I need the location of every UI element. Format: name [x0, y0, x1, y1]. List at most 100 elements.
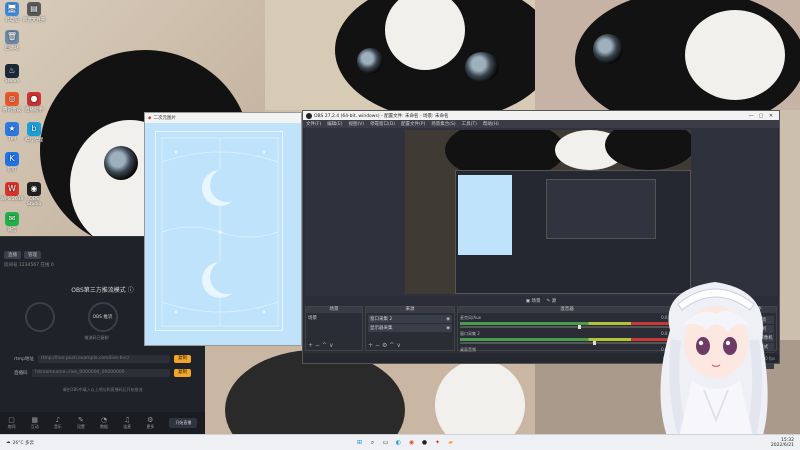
desktop-icon[interactable]: b 哔哩哔哩 — [22, 122, 46, 143]
channel-name: 麦克风/Aux — [460, 315, 481, 320]
source-item[interactable]: 显示器采集 ◉ — [368, 324, 452, 332]
obs-menu-item[interactable]: 编辑(E) — [327, 121, 342, 127]
live-helper-icon[interactable]: ✦ — [433, 438, 442, 447]
tool-icon: ▦ — [31, 416, 38, 424]
source-toggle[interactable]: ✎ 源 — [546, 298, 556, 304]
step-caption-2: 推流码已复制 — [84, 335, 109, 340]
desktop-icon[interactable]: ✉ 微信 — [0, 212, 24, 233]
desktop-icon[interactable]: ◎ 腾讯会议 — [0, 92, 24, 113]
tool-label: 更多 — [146, 424, 155, 429]
maximize-icon[interactable]: ▢ — [756, 113, 766, 119]
desktop-icon[interactable]: ▤ 新建文件夹 — [22, 2, 46, 23]
desktop-icon-label: 微信 — [7, 228, 17, 233]
tool-icon: ▢ — [8, 416, 15, 424]
desktop-icon[interactable]: ◉ OBS Studio — [22, 182, 46, 207]
desktop-icon-label: WPS 2019 — [0, 197, 24, 202]
obs-menu-item[interactable]: 工具(T) — [462, 121, 477, 127]
close-icon[interactable]: ✕ — [766, 113, 776, 119]
windows-taskbar: ☁ 26°C 多云 ⊞ ⌕ ▭ ◐ ◉ ● ✦ ▰ 15:32 2022/6/21 — [0, 434, 800, 450]
stream-toolbar: ▢ 房间 ▦ 互动 ♪ 音乐 ✎ 设置 ◔ 数据 ♫ 连麦 ⚙ 更多 开始直播 — [0, 412, 205, 434]
system-clock[interactable]: 15:32 2022/6/21 — [771, 438, 794, 448]
copy-rtmp-button[interactable]: 复制 — [174, 355, 191, 363]
stream-tool-button[interactable]: ▦ 互动 — [31, 416, 39, 430]
desktop-icon[interactable]: ♨ Steam — [0, 64, 24, 84]
nested-obs-preview — [546, 179, 656, 239]
stream-key-label: 直播码 — [14, 371, 28, 376]
stream-tool-button[interactable]: ♫ 连麦 — [123, 416, 131, 430]
step-circle-obs-push[interactable]: OBS 推流 — [87, 302, 118, 332]
copy-stream-key-button[interactable]: 复制 — [174, 369, 191, 377]
scene-item[interactable]: 场景 — [308, 315, 360, 321]
app-icon: W — [5, 182, 19, 196]
app-icon: 🗑 — [5, 30, 19, 44]
stream-tool-button[interactable]: ♪ 音乐 — [54, 416, 62, 430]
obs-menu-item[interactable]: 停靠窗口(D) — [370, 121, 395, 127]
app-icon: ◎ — [5, 92, 19, 106]
minimize-icon[interactable]: — — [746, 113, 756, 119]
chrome-icon[interactable]: ◉ — [407, 438, 416, 447]
stream-tool-button[interactable]: ⚙ 更多 — [146, 416, 154, 430]
app-icon: 🖥 — [5, 2, 19, 16]
tool-label: 设置 — [76, 424, 85, 429]
stream-key-field[interactable]: ?streamname=live_0000000_00000000 — [31, 369, 170, 377]
desktop-icon[interactable]: ● 直播助手 — [22, 92, 46, 113]
tool-label: 房间 — [7, 424, 16, 429]
scene-dock-actions[interactable]: +−^∨ — [308, 342, 335, 349]
tab-live[interactable]: 直播 — [4, 251, 21, 259]
obs-menu-item[interactable]: 帮助(H) — [483, 121, 499, 127]
tab-manage[interactable]: 管理 — [24, 251, 41, 259]
obs-menu-item[interactable]: 视图(V) — [348, 121, 364, 127]
source-dock-actions[interactable]: +−⚙^∨ — [368, 342, 403, 349]
tool-icon: ✎ — [78, 416, 84, 424]
wallpaper-tile-dog-right — [535, 0, 800, 110]
volume-slider-knob[interactable] — [592, 341, 596, 345]
app-icon: ★ — [5, 122, 19, 136]
push-hint: 请在OBS中填入以上地址和直播码后开始推流 — [62, 387, 143, 392]
wallpaper-tile-dog-center — [265, 0, 535, 110]
desktop-icon-label: Steam — [4, 79, 20, 84]
obs-menu-item[interactable]: 文件(F) — [306, 121, 321, 127]
volume-slider-knob[interactable] — [577, 325, 581, 329]
obs-menu-item[interactable]: 配置文件(P) — [401, 121, 425, 127]
weather-widget[interactable]: ☁ 26°C 多云 — [6, 440, 34, 446]
visibility-eye-icon[interactable]: ◉ — [446, 326, 450, 331]
desktop-icon-label: 此电脑 — [5, 18, 19, 23]
stream-tool-button[interactable]: ✎ 设置 — [77, 416, 85, 430]
desktop-icon[interactable]: W WPS 2019 — [0, 182, 24, 202]
desktop-icon-label: TIM — [8, 137, 16, 142]
scene-toggle[interactable]: ▣ 场景 — [526, 298, 541, 304]
desktop-icon[interactable]: 🖥 此电脑 — [0, 2, 24, 23]
task-view-icon[interactable]: ▭ — [381, 438, 390, 447]
desktop-icon[interactable]: ★ TIM — [0, 122, 24, 142]
windows-start-icon[interactable]: ⊞ — [355, 438, 364, 447]
app-icon: ◉ — [27, 182, 41, 196]
crescent-moon-icon — [202, 260, 244, 298]
vtuber-avatar — [640, 270, 790, 450]
explorer-icon[interactable]: ▰ — [446, 438, 455, 447]
app-icon: ▤ — [27, 2, 41, 16]
source-item[interactable]: 窗口采集 2 ◉ — [368, 315, 452, 323]
sources-dock: 来源 窗口采集 2 ◉ 显示器采集 ◉ +−⚙^∨ — [365, 306, 455, 351]
search-icon[interactable]: ⌕ — [368, 438, 377, 447]
desktop-icon-label: 直播助手 — [25, 108, 43, 113]
start-live-button[interactable]: 开始直播 — [169, 418, 198, 428]
app-icon: ✉ — [5, 212, 19, 226]
obs-window-title: OBS 27.2.4 (64-bit, windows) - 配置文件: 未命名… — [314, 113, 449, 119]
desktop-icon[interactable]: K 钉钉 — [0, 152, 24, 173]
desktop-icon[interactable]: 🗑 回收站 — [0, 30, 24, 51]
stream-tool-button[interactable]: ▢ 房间 — [8, 416, 16, 430]
obs-menubar: 文件(F) 编辑(E) 视图(V) 停靠窗口(D) 配置文件(P) 场景集合(S) 工具(T… — [303, 120, 779, 128]
desktop-icon-label: 钉钉 — [7, 168, 17, 173]
edge-icon[interactable]: ◐ — [394, 438, 403, 447]
stream-tool-button[interactable]: ◔ 数据 — [100, 416, 108, 430]
rtmp-address-field[interactable]: rtmp://live-push.example.com/live-bvc/ — [37, 355, 170, 363]
obs-menu-item[interactable]: 场景集合(S) — [431, 121, 455, 127]
obs-logo-icon — [306, 112, 312, 119]
app-icon: ● — [27, 92, 41, 106]
obs-icon[interactable]: ● — [420, 438, 429, 447]
tool-label: 互动 — [30, 424, 39, 429]
visibility-eye-icon[interactable]: ◉ — [446, 317, 450, 322]
desktop-icon-label: 新建文件夹 — [22, 18, 46, 23]
channel-name: 窗口采集 2 — [460, 331, 480, 336]
step-circle-1[interactable] — [24, 302, 55, 332]
